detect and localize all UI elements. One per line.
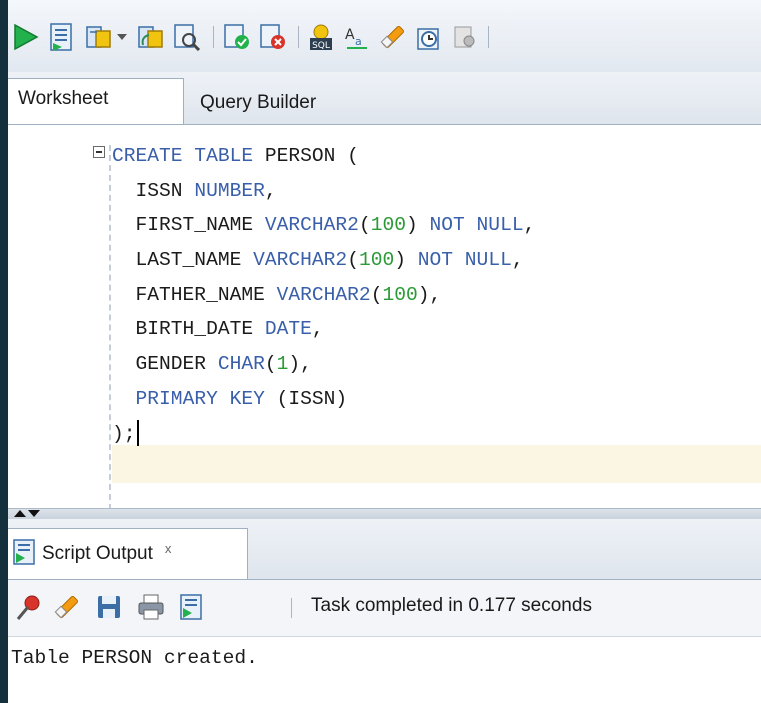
sql-number: 100 <box>358 249 395 272</box>
indent-guide <box>109 145 111 510</box>
sql-token: BIRTH_DATE <box>112 318 265 341</box>
script-output-label: Script Output <box>42 543 153 564</box>
sql-keyword: CREATE TABLE <box>112 145 265 167</box>
sql-number: 100 <box>370 214 406 237</box>
print-icon[interactable] <box>136 592 166 622</box>
sql-keyword: PRIMARY KEY <box>135 387 265 410</box>
output-tabs: Script Output x <box>8 519 761 580</box>
sql-keyword: NOT NULL <box>417 249 512 272</box>
sql-token: LAST_NAME <box>112 249 254 272</box>
sql-token: ); <box>112 422 136 445</box>
clear-output-icon[interactable] <box>52 592 82 622</box>
explain-plan-icon[interactable] <box>172 22 202 52</box>
sql-token: ( <box>370 283 383 306</box>
sql-token: ), <box>288 353 312 376</box>
code-line[interactable]: CREATE TABLE PERSON ( <box>112 139 535 174</box>
code-line[interactable]: LAST_NAME VARCHAR2(100) NOT NULL, <box>112 243 535 278</box>
sql-token: ( <box>347 249 359 272</box>
sql-token: , <box>311 318 324 341</box>
run-statement-icon[interactable] <box>10 22 40 52</box>
sql-history-icon[interactable] <box>414 22 444 52</box>
sql-token: ISSN <box>112 179 195 202</box>
sql-keyword: VARCHAR2 <box>276 283 371 306</box>
close-tab-icon[interactable]: x <box>165 541 172 556</box>
commit-icon[interactable] <box>84 22 114 52</box>
sql-keyword: VARCHAR2 <box>253 249 348 272</box>
sql-token: , <box>523 214 536 237</box>
sql-token: (ISSN) <box>264 387 348 410</box>
code-line[interactable]: BIRTH_DATE DATE, <box>112 312 535 347</box>
unshared-sql-icon[interactable] <box>450 22 480 52</box>
editor-tabs: Worksheet Query Builder <box>8 72 761 125</box>
worksheet-toolbar: SQL Aa <box>8 0 761 73</box>
change-case-icon[interactable]: Aa <box>342 22 372 52</box>
tab-worksheet[interactable]: Worksheet <box>8 78 184 124</box>
task-status-text: Task completed in 0.177 seconds <box>311 595 592 616</box>
code-line[interactable]: FATHER_NAME VARCHAR2(100), <box>112 278 535 313</box>
sql-tuning-icon[interactable] <box>258 22 288 52</box>
code-line[interactable]: GENDER CHAR(1), <box>112 347 535 382</box>
script-output-icon <box>12 538 36 570</box>
sql-keyword: DATE <box>264 318 312 341</box>
dropdown-arrow-icon[interactable] <box>114 22 130 52</box>
svg-text:a: a <box>355 35 362 48</box>
sql-number: 100 <box>382 283 418 306</box>
sql-number: 1 <box>276 353 289 376</box>
fold-collapse-icon[interactable] <box>93 146 105 158</box>
sql-token: , <box>264 179 277 202</box>
pin-icon[interactable] <box>14 592 44 622</box>
svg-text:A: A <box>345 27 355 43</box>
run-script-icon[interactable] <box>46 22 76 52</box>
sql-token: ) <box>394 249 418 272</box>
output-toolbar: Task completed in 0.177 seconds <box>8 580 761 637</box>
sql-token: FATHER_NAME <box>112 283 277 306</box>
sql-token: FIRST_NAME <box>112 214 265 237</box>
output-message: Table PERSON created. <box>11 647 258 669</box>
collapse-down-icon[interactable] <box>28 510 40 517</box>
code-line[interactable]: PRIMARY KEY (ISSN) <box>112 382 535 417</box>
expand-up-icon[interactable] <box>14 510 26 517</box>
autotrace-icon[interactable] <box>222 22 252 52</box>
sql-developer-window: SQL Aa Worksheet Query Builder CREATE TA… <box>8 0 761 703</box>
sql-token: ( <box>358 214 371 237</box>
save-icon[interactable] <box>94 592 124 622</box>
sql-token: PERSON ( <box>264 145 359 167</box>
code-line[interactable]: ISSN NUMBER, <box>112 174 535 209</box>
sql-format-icon[interactable]: SQL <box>306 22 336 52</box>
tab-query-builder[interactable]: Query Builder <box>188 78 328 124</box>
script-output-area[interactable]: Table PERSON created. <box>8 637 761 703</box>
sql-editor[interactable]: CREATE TABLE PERSON ( ISSN NUMBER, FIRST… <box>8 125 761 510</box>
sql-keyword: NOT NULL <box>429 214 524 237</box>
sql-keyword: VARCHAR2 <box>264 214 359 237</box>
open-file-icon[interactable] <box>176 592 206 622</box>
rollback-icon[interactable] <box>136 22 166 52</box>
tab-script-output[interactable]: Script Output x <box>8 528 248 579</box>
svg-text:SQL: SQL <box>312 41 330 51</box>
clear-icon[interactable] <box>378 22 408 52</box>
code-line[interactable]: FIRST_NAME VARCHAR2(100) NOT NULL, <box>112 208 536 243</box>
sql-keyword: CHAR <box>217 353 265 376</box>
text-caret <box>136 420 139 447</box>
sql-keyword: NUMBER <box>194 179 265 202</box>
sql-token: ( <box>264 353 277 376</box>
sql-token: ) <box>405 214 430 237</box>
sql-token: , <box>511 249 524 272</box>
sql-token: GENDER <box>112 353 218 376</box>
code-text[interactable]: CREATE TABLE PERSON ( ISSN NUMBER, FIRST… <box>112 139 535 451</box>
code-line[interactable]: ); <box>112 417 535 452</box>
sql-token: ), <box>417 283 442 306</box>
